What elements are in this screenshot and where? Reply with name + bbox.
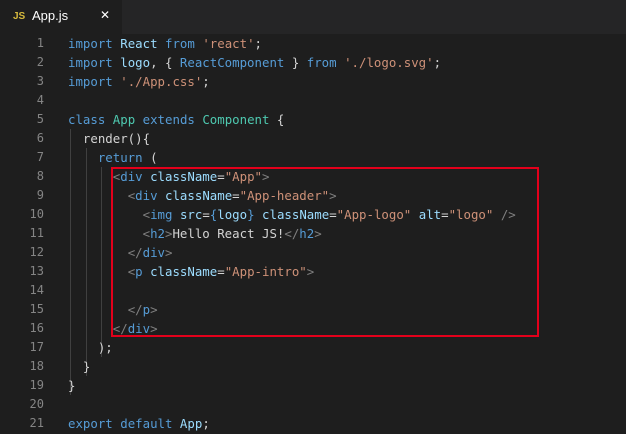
code-token: './App.css' [120,74,203,89]
tab-bar: JS App.js ✕ [0,0,626,34]
code-line[interactable]: 1 import React from 'react'; [0,34,626,53]
code-line[interactable]: 5 class App extends Component { [0,110,626,129]
code-text: import './App.css'; [68,72,210,91]
line-number: 2 [36,55,44,69]
line-number: 13 [29,264,44,278]
code-line[interactable]: 6 render(){ [0,129,626,148]
code-line[interactable]: 2 import logo, { ReactComponent } from '.… [0,53,626,72]
code-token: extends [142,112,195,127]
line-number: 15 [29,302,44,316]
code-line[interactable]: 18 } [0,357,626,376]
code-line[interactable]: 21 export default App; [0,414,626,433]
code-token: } [68,359,91,374]
code-token: Component [202,112,270,127]
line-number: 1 [36,36,44,50]
close-icon[interactable]: ✕ [100,8,110,22]
line-number: 8 [36,169,44,183]
code-line[interactable]: 19} [0,376,626,395]
tab-filename: App.js [32,8,69,23]
code-line[interactable]: 4 [0,91,626,110]
line-number: 20 [29,397,44,411]
javascript-file-icon: JS [13,11,26,22]
code-line[interactable]: 17 ); [0,338,626,357]
code-text: import React from 'react'; [68,34,262,53]
code-text: import logo, { ReactComponent } from './… [68,53,441,72]
code-token: { [269,112,285,127]
line-number: 10 [29,207,44,221]
code-token: logo [120,55,151,70]
code-token: ( [142,150,158,165]
code-token: React [120,36,158,51]
line-number: 19 [29,378,44,392]
line-number: 7 [36,150,44,164]
code-token: default [120,416,173,431]
code-token: export [68,416,113,431]
line-number: 3 [36,74,44,88]
code-token: render(){ [68,131,151,146]
line-number: 9 [36,188,44,202]
code-token: } [284,55,307,70]
line-number: 11 [29,226,44,240]
code-text: } [68,357,90,376]
line-number: 4 [36,93,44,107]
code-token: return [97,150,143,165]
line-number: 16 [29,321,44,335]
code-token: from [306,55,337,70]
code-token: ; [254,36,263,51]
code-token: 'react' [202,36,255,51]
code-token: App [112,112,136,127]
code-token: class [68,112,106,127]
code-line[interactable]: 3 import './App.css'; [0,72,626,91]
code-text: render(){ [68,129,150,148]
code-text: class App extends Component { [68,110,284,129]
code-text: ); [68,338,113,357]
code-token: ; [202,416,210,431]
line-number: 6 [36,131,44,145]
code-token: ; [202,74,210,89]
code-text: } [68,376,75,395]
code-token: App [179,416,203,431]
code-line[interactable]: 20 [0,395,626,414]
code-token: from [165,36,195,51]
line-number: 18 [29,359,44,373]
line-number: 5 [36,112,44,126]
tab-app-js[interactable]: JS App.js ✕ [0,0,122,34]
code-token: import [68,55,113,70]
code-token: import [68,74,113,89]
code-token: ; [433,55,442,70]
line-number: 21 [29,416,44,430]
code-token: , { [150,55,180,70]
highlight-box [111,167,539,337]
code-text: return ( [68,148,158,167]
line-number: 12 [29,245,44,259]
code-token: ReactComponent [179,55,285,70]
code-token: } [68,378,76,393]
code-token: ); [68,340,113,355]
code-text: export default App; [68,414,210,433]
line-number: 14 [29,283,44,297]
code-line[interactable]: 7 return ( [0,148,626,167]
code-token: './logo.svg' [344,55,434,70]
code-token: import [68,36,113,51]
line-number: 17 [29,340,44,354]
